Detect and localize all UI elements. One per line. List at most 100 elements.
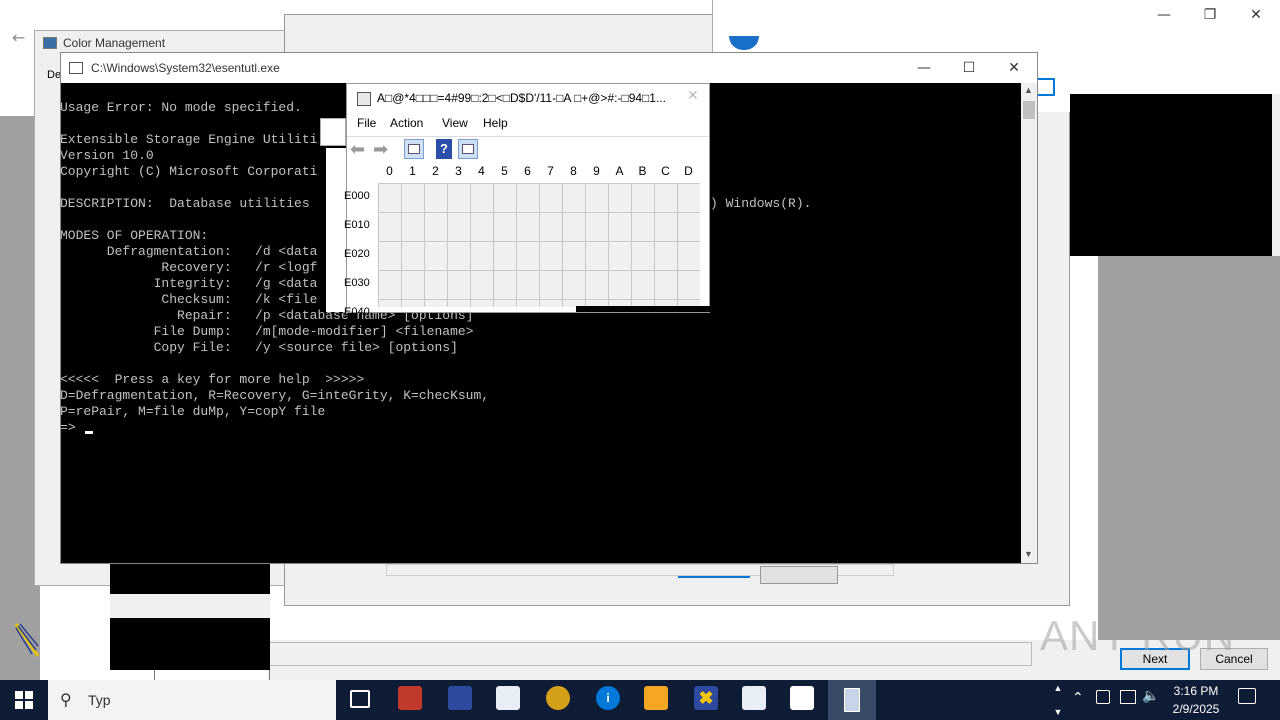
taskbar-app-red-icon[interactable] <box>398 686 422 710</box>
charmap-cell[interactable] <box>448 300 471 307</box>
charmap-cell[interactable] <box>517 213 540 242</box>
charmap-cell[interactable] <box>632 213 655 242</box>
charmap-cell[interactable] <box>425 271 448 300</box>
charmap-cell[interactable] <box>517 242 540 271</box>
charmap-cell[interactable] <box>494 300 517 307</box>
charmap-cell[interactable] <box>494 184 517 213</box>
charmap-grid[interactable] <box>378 183 700 307</box>
charmap-cell[interactable] <box>655 184 678 213</box>
charmap-close-button[interactable]: ✕ <box>687 88 699 104</box>
charmap-cell[interactable] <box>678 184 700 213</box>
taskbar-media-icon[interactable] <box>644 686 668 710</box>
charmap-cell[interactable] <box>471 184 494 213</box>
charmap-cell[interactable] <box>402 271 425 300</box>
charmap-cell[interactable] <box>379 271 402 300</box>
charmap-cell[interactable] <box>609 213 632 242</box>
charmap-cell[interactable] <box>471 300 494 307</box>
charmap-cell[interactable] <box>494 242 517 271</box>
console-scrollbar[interactable]: ▲ ▼ <box>1021 83 1037 563</box>
top-right-maximize-button[interactable]: ❐ <box>1187 0 1233 30</box>
charmap-cell[interactable] <box>425 300 448 307</box>
charmap-cell[interactable] <box>425 213 448 242</box>
console-close-button[interactable]: ✕ <box>991 53 1037 83</box>
charmap-cell[interactable] <box>563 271 586 300</box>
charmap-cell[interactable] <box>402 242 425 271</box>
taskbar-active-app[interactable] <box>828 680 876 720</box>
charmap-cell[interactable] <box>655 242 678 271</box>
charmap-cell[interactable] <box>586 213 609 242</box>
charmap-cell[interactable] <box>678 213 700 242</box>
tray-chevron-icon[interactable]: ⌃ <box>1072 690 1084 706</box>
task-view-icon[interactable] <box>350 690 370 708</box>
help-icon[interactable]: ? <box>436 139 452 159</box>
top-right-close-button[interactable]: ✕ <box>1233 0 1279 30</box>
charmap-cell[interactable] <box>402 213 425 242</box>
notification-icon[interactable] <box>1238 688 1256 704</box>
taskbar-window-icon[interactable] <box>742 686 766 710</box>
charmap-cell[interactable] <box>425 184 448 213</box>
charmap-cell[interactable] <box>586 184 609 213</box>
charmap-cell[interactable] <box>471 242 494 271</box>
tray-device-icon[interactable] <box>1096 690 1110 704</box>
charmap-cell[interactable] <box>448 271 471 300</box>
charmap-cell[interactable] <box>655 271 678 300</box>
taskbar-info-icon[interactable]: i <box>596 686 620 710</box>
menu-help[interactable]: Help <box>483 116 508 130</box>
charmap-cell[interactable] <box>632 271 655 300</box>
menu-file[interactable]: File <box>357 116 376 130</box>
charmap-cell[interactable] <box>655 213 678 242</box>
menu-view[interactable]: View <box>442 116 468 130</box>
charmap-cell[interactable] <box>379 213 402 242</box>
charmap-cell[interactable] <box>563 213 586 242</box>
charmap-cell[interactable] <box>563 184 586 213</box>
console-minimize-button[interactable]: — <box>901 53 947 83</box>
charmap-cell[interactable] <box>540 271 563 300</box>
charmap-cell[interactable] <box>471 271 494 300</box>
charmap-cell[interactable] <box>632 184 655 213</box>
charmap-cell[interactable] <box>517 184 540 213</box>
charmap-cell[interactable] <box>540 213 563 242</box>
start-button[interactable] <box>0 680 48 720</box>
charmap-cell[interactable] <box>678 242 700 271</box>
forward-arrow-icon[interactable]: ➡ <box>373 139 393 160</box>
charmap-cell[interactable] <box>471 213 494 242</box>
charmap-cell[interactable] <box>540 242 563 271</box>
charmap-cell[interactable] <box>678 271 700 300</box>
charmap-cell[interactable] <box>425 242 448 271</box>
charmap-cell[interactable] <box>609 242 632 271</box>
top-right-minimize-button[interactable]: — <box>1141 0 1187 30</box>
clock-time[interactable]: 3:16 PM <box>1170 684 1222 698</box>
console-maximize-button[interactable]: ☐ <box>946 53 992 83</box>
taskbar-app-chart-icon[interactable] <box>546 686 570 710</box>
charmap-cell[interactable] <box>379 300 402 307</box>
taskbar-scroll[interactable]: ▲ ▼ <box>1052 682 1064 718</box>
taskbar-app-blue-icon[interactable] <box>448 686 472 710</box>
clock-date[interactable]: 2/9/2025 <box>1164 702 1228 716</box>
scroll-thumb[interactable] <box>1023 101 1035 119</box>
charmap-cell[interactable] <box>494 213 517 242</box>
taskbar-app-document-icon[interactable] <box>496 686 520 710</box>
color-management-tab[interactable]: De <box>47 69 61 81</box>
charmap-cell[interactable] <box>609 184 632 213</box>
menu-action[interactable]: Action <box>390 116 423 130</box>
charmap-cell[interactable] <box>540 184 563 213</box>
charmap-cell[interactable] <box>586 242 609 271</box>
scroll-down-icon[interactable]: ▼ <box>1024 549 1033 559</box>
charmap-cell[interactable] <box>494 271 517 300</box>
charmap-cell[interactable] <box>448 184 471 213</box>
properties-view-icon[interactable] <box>458 139 478 159</box>
charmap-cell[interactable] <box>586 271 609 300</box>
charmap-cell[interactable] <box>632 242 655 271</box>
charmap-cell[interactable] <box>609 271 632 300</box>
right-scrollbar[interactable] <box>1272 94 1280 256</box>
charmap-cell[interactable] <box>448 213 471 242</box>
charmap-cell[interactable] <box>563 242 586 271</box>
grid-view-icon[interactable] <box>404 139 424 159</box>
back-arrow-icon[interactable]: ← <box>12 28 30 47</box>
charmap-cell[interactable] <box>448 242 471 271</box>
scroll-up-icon[interactable]: ▲ <box>1024 85 1033 95</box>
background-ok-button[interactable] <box>760 566 838 584</box>
charmap-cell[interactable] <box>517 300 540 307</box>
charmap-cell[interactable] <box>402 300 425 307</box>
charmap-cell[interactable] <box>402 184 425 213</box>
